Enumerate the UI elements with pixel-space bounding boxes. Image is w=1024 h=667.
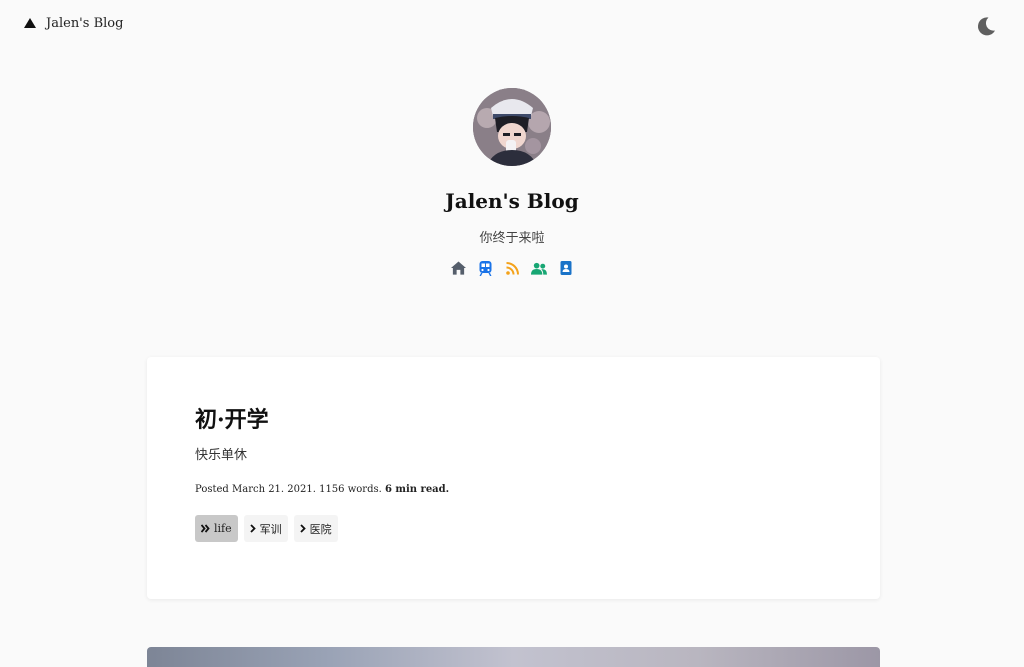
moon-icon [978,17,995,36]
contact-card-icon [560,261,572,275]
post-date-words: Posted March 21. 2021. 1156 words. [195,484,382,495]
site-title: Jalen's Blog [445,189,579,213]
site-subtitle: 你终于来啦 [479,231,545,246]
post-card: 初·开学 快乐单休 Posted March 21. 2021. 1156 wo… [147,357,880,599]
double-chevron-right-icon [201,524,210,533]
next-post-cover-image[interactable] [147,647,880,667]
avatar [473,88,551,166]
tag-list: life 军训 医院 [195,515,832,542]
post-meta: Posted March 21. 2021. 1156 words. 6 min… [195,483,832,497]
subway-link[interactable] [477,260,493,276]
subway-icon [479,260,491,276]
theme-toggle-button[interactable] [974,14,998,38]
tag-label: 军训 [259,522,282,536]
social-links [0,260,1024,276]
friends-link[interactable] [531,260,547,276]
tag-label: 医院 [309,522,332,536]
brand-label: Jalen's Blog [46,16,124,31]
hero: Jalen's Blog 你终于来啦 [0,88,1024,276]
tag-life[interactable]: life [195,515,238,542]
tag-military-training[interactable]: 军训 [243,515,288,542]
chevron-right-icon [299,524,306,533]
top-bar: Jalen's Blog [0,0,1024,52]
triangle-logo-icon [24,17,36,28]
home-icon [450,261,466,275]
rss-link[interactable] [504,260,520,276]
post-read-time: 6 min read. [384,484,450,495]
post-title[interactable]: 初·开学 [195,405,832,435]
about-link[interactable] [558,260,574,276]
tag-hospital[interactable]: 医院 [293,515,338,542]
chevron-right-icon [249,524,256,533]
post-excerpt: 快乐单休 [195,448,248,463]
tag-label: life [214,522,232,535]
brand-link[interactable]: Jalen's Blog [24,16,123,31]
rss-icon [505,261,519,275]
users-icon [531,262,547,275]
home-link[interactable] [450,260,466,276]
